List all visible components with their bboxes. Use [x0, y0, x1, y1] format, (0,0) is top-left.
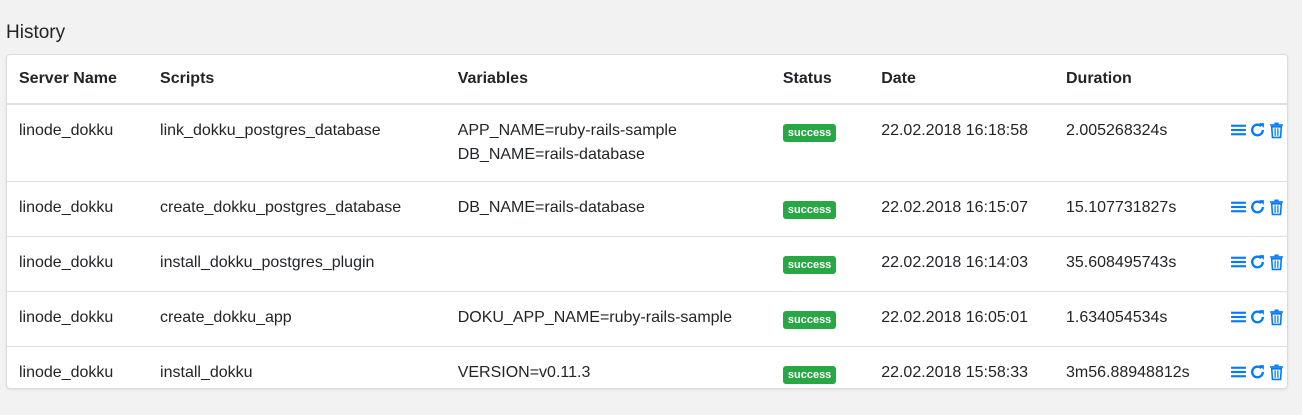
variable-entry: DB_NAME=rails-database [457, 199, 645, 216]
table-row: linode_dokku install_dokku VERSION=v0.11.3… [7, 346, 1287, 401]
cell-status: success [770, 291, 870, 347]
table-row: linode_dokku create_dokku_app DOKU_APP_NAM… [7, 291, 1287, 347]
trash-icon[interactable] [1268, 308, 1285, 326]
cell-script: create_dokku_postgres_database [148, 181, 446, 237]
cell-script: install_dokku [148, 346, 446, 401]
header-variables: Variables [445, 55, 771, 105]
cell-date: 22.02.2018 16:05:01 [869, 291, 1054, 347]
list-icon[interactable] [1230, 253, 1247, 271]
trash-icon[interactable] [1268, 253, 1285, 271]
variable-entry: DB_NAME=rails-database [457, 146, 645, 163]
header-date: Date [869, 55, 1054, 105]
cell-date: 22.02.2018 15:58:33 [869, 346, 1054, 401]
variable-entry: DOKU_APP_NAME=ruby-rails-sample [457, 309, 732, 326]
header-duration: Duration [1053, 55, 1218, 105]
cell-variables: VERSION=v0.11.3 [445, 346, 771, 401]
list-icon[interactable] [1230, 308, 1247, 326]
cell-server-name: linode_dokku [7, 291, 149, 347]
cell-variables: DOKU_APP_NAME=ruby-rails-sample [445, 291, 771, 347]
cell-script: create_dokku_app [148, 291, 446, 347]
cell-variables [445, 236, 771, 292]
table-row: linode_dokku install_dokku_postgres_plugi… [7, 236, 1287, 292]
cell-date: 22.02.2018 16:15:07 [869, 181, 1054, 237]
cell-server-name: linode_dokku [7, 346, 149, 401]
cell-variables: APP_NAME=ruby-rails-sample DB_NAME=rails-… [446, 104, 771, 182]
status-badge: success [782, 124, 837, 142]
trash-icon[interactable] [1268, 198, 1285, 216]
table-header-row: Server Name Scripts Variables Status Dat… [7, 55, 1287, 105]
cell-variables: DB_NAME=rails-database [445, 181, 771, 237]
cell-date: 22.02.2018 16:14:03 [869, 236, 1054, 292]
cell-server-name: linode_dokku [19, 122, 114, 139]
status-badge: success [782, 256, 837, 274]
status-badge: success [782, 366, 837, 384]
table-row: linode_dokku create_dokku_postgres_databa… [7, 181, 1287, 237]
cell-actions [1218, 291, 1287, 347]
redo-icon[interactable] [1249, 253, 1266, 271]
cell-script: link_dokku_postgres_database [160, 122, 381, 139]
cell-actions [1218, 346, 1287, 401]
page-title: History [6, 22, 66, 43]
status-badge: success [782, 201, 837, 219]
cell-script: install_dokku_postgres_plugin [148, 236, 446, 292]
list-icon[interactable] [1230, 121, 1247, 139]
redo-icon[interactable] [1249, 121, 1266, 139]
header-status: Status [770, 55, 870, 105]
redo-icon[interactable] [1249, 308, 1266, 326]
cell-actions [1218, 181, 1287, 237]
history-card: Server Name Scripts Variables Status Dat… [6, 54, 1288, 401]
status-badge: success [782, 311, 837, 329]
header-scripts: Scripts [148, 55, 446, 105]
cell-status: success [771, 104, 869, 182]
cell-duration: 15.107731827s [1053, 181, 1218, 237]
cell-duration: 35.608495743s [1053, 236, 1218, 292]
trash-icon[interactable] [1268, 121, 1285, 139]
cell-duration: 2.005268324s [1065, 122, 1168, 139]
history-table: Server Name Scripts Variables Status Dat… [7, 55, 1287, 401]
cell-actions [1218, 104, 1287, 182]
trash-icon[interactable] [1268, 363, 1285, 381]
header-actions [1218, 55, 1287, 105]
cell-server-name: linode_dokku [7, 181, 149, 237]
list-icon[interactable] [1230, 363, 1247, 381]
variable-entry: APP_NAME=ruby-rails-sample [457, 122, 677, 139]
redo-icon[interactable] [1249, 363, 1266, 381]
cell-server-name: linode_dokku [7, 236, 149, 292]
table-row: linode_dokku link_dokku_postgres_database… [7, 104, 1287, 182]
cell-status: success [770, 181, 870, 237]
cell-actions [1218, 236, 1287, 292]
cell-date: 22.02.2018 16:18:58 [881, 122, 1028, 139]
cell-duration: 1.634054534s [1053, 291, 1218, 347]
variable-entry: VERSION=v0.11.3 [457, 364, 591, 381]
header-server-name: Server Name [7, 55, 149, 105]
cell-status: success [770, 236, 870, 292]
list-icon[interactable] [1230, 198, 1247, 216]
redo-icon[interactable] [1249, 198, 1266, 216]
cell-duration: 3m56.88948812s [1053, 346, 1218, 401]
cell-status: success [770, 346, 870, 401]
